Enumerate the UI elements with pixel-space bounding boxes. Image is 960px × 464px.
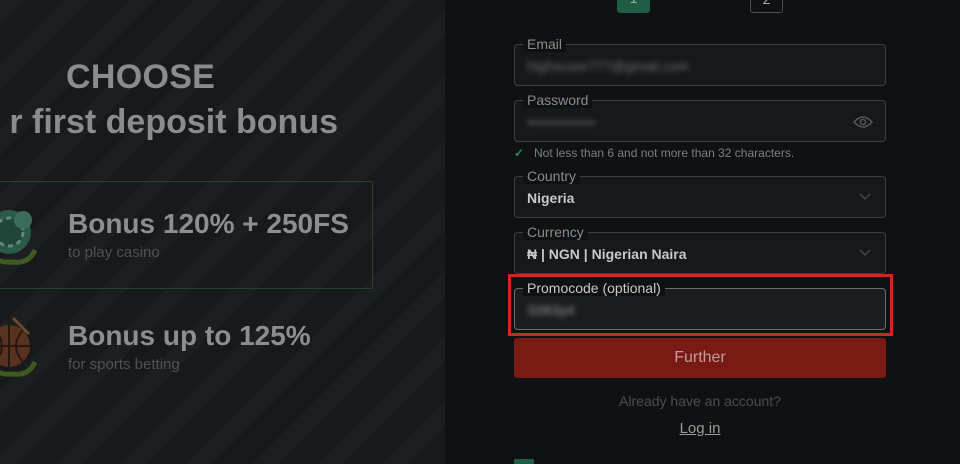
step-indicator-1: 1 — [617, 0, 650, 13]
bonus-option-casino[interactable]: Bonus 120% + 250FS to play casino — [0, 181, 373, 289]
bonus-heading-line1: CHOOSE — [66, 58, 216, 96]
casino-chips-icon — [0, 210, 38, 265]
promocode-highlight-box — [508, 274, 893, 336]
login-link-wrapper: Log in — [514, 420, 886, 437]
chevron-down-icon — [859, 193, 871, 201]
eye-icon[interactable] — [853, 115, 873, 129]
bonus-panel: CHOOSE r first deposit bonus Bonus 120% … — [0, 0, 445, 464]
further-button[interactable]: Further — [514, 338, 886, 378]
bonus-subtitle: for sports betting — [68, 356, 180, 373]
currency-label: Currency — [523, 224, 588, 240]
sports-ball-icon — [0, 316, 38, 377]
password-label: Password — [523, 92, 593, 108]
already-have-account-text: Already have an account? — [619, 393, 781, 409]
bonus-option-sports[interactable]: Bonus up to 125% for sports betting — [0, 293, 373, 401]
bonus-title: Bonus 120% + 250FS — [68, 208, 349, 239]
terms-checkbox[interactable] — [514, 459, 534, 464]
bonus-subtitle: to play casino — [68, 244, 160, 261]
password-hint-text: Not less than 6 and not more than 32 cha… — [534, 146, 795, 160]
step-indicator-2: 2 — [750, 0, 783, 13]
email-field[interactable]: Email highscore777@gmail.com — [514, 36, 886, 86]
password-hint: ✓ Not less than 6 and not more than 32 ch… — [514, 146, 794, 160]
chevron-down-icon — [859, 249, 871, 257]
password-field[interactable]: Password •••••••••••••• — [514, 92, 886, 142]
currency-value: ₦ | NGN | Nigerian Naira — [527, 246, 687, 262]
country-label: Country — [523, 168, 581, 184]
check-icon: ✓ — [514, 146, 525, 160]
currency-select[interactable]: Currency ₦ | NGN | Nigerian Naira — [514, 224, 886, 274]
bonus-title: Bonus up to 125% — [68, 320, 311, 351]
login-link[interactable]: Log in — [680, 420, 721, 437]
password-value: •••••••••••••• — [527, 114, 596, 130]
bonus-heading-line2: r first deposit bonus — [9, 103, 338, 141]
country-select[interactable]: Country Nigeria — [514, 168, 886, 218]
email-value: highscore777@gmail.com — [527, 58, 690, 74]
country-value: Nigeria — [527, 190, 575, 206]
email-label: Email — [523, 36, 567, 52]
registration-form: 1 2 Email highscore777@gmail.com Passwor… — [445, 0, 960, 464]
